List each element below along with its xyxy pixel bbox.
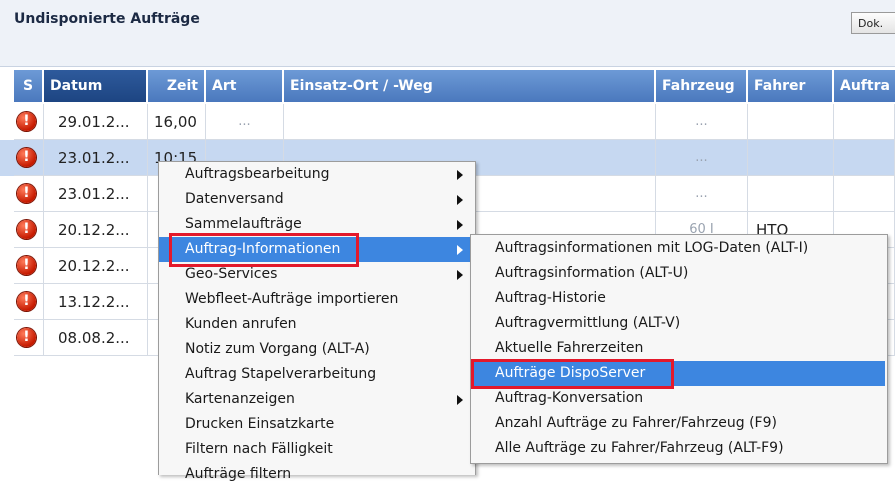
col-header-zeit[interactable]: Zeit [148,70,206,102]
warning-icon: ! [17,328,36,347]
submenu-item[interactable]: Aktuelle Fahrerzeiten [471,336,885,361]
status-cell: ! [14,176,44,212]
warning-icon: ! [17,112,36,131]
submenu-item-label: Anzahl Aufträge zu Fahrer/Fahrzeug (F9) [495,415,777,431]
menu-item-label: Kunden anrufen [185,316,297,332]
submenu-arrow-icon [457,195,463,205]
menu-item[interactable]: Geo-Services [159,262,473,287]
col-header-fahrzeug[interactable]: Fahrzeug [656,70,748,102]
cell-datum: 13.12.2... [44,284,148,320]
panel-title: Undisponierte Aufträge [14,11,200,27]
menu-item-label: Webfleet-Aufträge importieren [185,291,399,307]
menu-item[interactable]: Sammelaufträge [159,212,473,237]
status-cell: ! [14,248,44,284]
cell-zeit: 16,00 [148,104,206,140]
menu-item[interactable]: Filtern nach Fälligkeit [159,437,473,462]
cell-fahrer [748,140,834,176]
submenu-item-label: Aktuelle Fahrerzeiten [495,340,644,356]
menu-item-label: Datenversand [185,191,284,207]
cell-datum: 20.12.2... [44,212,148,248]
submenu-arrow-icon [457,245,463,255]
col-header-s[interactable]: S [14,70,44,102]
cell-fahrer [748,176,834,212]
status-cell: ! [14,320,44,356]
submenu-item[interactable]: Auftrag-Konversation [471,386,885,411]
menu-item[interactable]: Auftrag Stapelverarbeitung [159,362,473,387]
dok-button[interactable]: Dok. [851,12,895,34]
menu-item-label: Geo-Services [185,266,278,282]
menu-item[interactable]: Kunden anrufen [159,312,473,337]
cell-datum: 08.08.2... [44,320,148,356]
submenu-item[interactable]: Alle Aufträge zu Fahrer/Fahrzeug (ALT-F9… [471,436,885,461]
menu-item[interactable]: Aufträge filtern [159,462,473,487]
warning-icon: ! [17,292,36,311]
menu-item-label: Sammelaufträge [185,216,302,232]
menu-item-label: Drucken Einsatzkarte [185,416,335,432]
context-menu: Auftragsbearbeitung Datenversand Sammelauf… [158,161,476,482]
menu-item-label: Aufträge filtern [185,466,292,482]
cell-datum: 29.01.2... [44,104,148,140]
menu-item-label: Filtern nach Fälligkeit [185,441,333,457]
cell-fahrer [748,104,834,140]
submenu-item[interactable]: Anzahl Aufträge zu Fahrer/Fahrzeug (F9) [471,411,885,436]
warning-icon: ! [17,256,36,275]
cell-extra [834,104,895,140]
menu-item[interactable]: Datenversand [159,187,473,212]
table-row[interactable]: ! 29.01.2... 16,00...... [0,104,895,140]
cell-datum: 23.01.2... [44,176,148,212]
menu-item[interactable]: Drucken Einsatzkarte [159,412,473,437]
submenu-item[interactable]: Auftragsinformationen mit LOG-Daten (ALT… [471,236,885,261]
cell-ort [284,104,656,140]
submenu-item[interactable]: Auftrag-Historie [471,286,885,311]
warning-icon: ! [17,220,36,239]
col-header-datum[interactable]: Datum [44,70,148,102]
submenu-item[interactable]: Aufträge DispoServer [471,361,885,386]
panel-header: Undisponierte Aufträge Dok. [0,0,895,67]
submenu-item[interactable]: Auftragsinformation (ALT-U) [471,261,885,286]
status-cell: ! [14,104,44,140]
menu-item-label: Auftrag Stapelverarbeitung [185,366,377,382]
auftrag-informationen-submenu: Auftragsinformationen mit LOG-Daten (ALT… [470,234,888,464]
cell-art: ... [206,104,284,140]
submenu-item-label: Auftrag-Konversation [495,390,644,406]
submenu-arrow-icon [457,395,463,405]
warning-icon: ! [17,184,36,203]
menu-item[interactable]: Webfleet-Aufträge importieren [159,287,473,312]
status-cell: ! [14,284,44,320]
cell-fahrzeug: ... [656,104,748,140]
submenu-item[interactable]: Auftragvermittlung (ALT-V) [471,311,885,336]
submenu-item-label: Alle Aufträge zu Fahrer/Fahrzeug (ALT-F9… [495,440,784,456]
submenu-item-label: Auftragvermittlung (ALT-V) [495,315,681,331]
menu-item-label: Auftragsbearbeitung [185,166,330,182]
cell-extra [834,176,895,212]
cell-fahrzeug: ... [656,140,748,176]
submenu-item-label: Auftragsinformationen mit LOG-Daten (ALT… [495,240,809,256]
col-header-art[interactable]: Art [206,70,284,102]
cell-extra [834,140,895,176]
menu-item[interactable]: Auftrag-Informationen [159,237,473,262]
submenu-arrow-icon [457,220,463,230]
col-header-auftrag[interactable]: Auftra [834,70,895,102]
submenu-arrow-icon [457,170,463,180]
menu-item[interactable]: Notiz zum Vorgang (ALT-A) [159,337,473,362]
menu-item-label: Auftrag-Informationen [185,241,341,257]
status-cell: ! [14,140,44,176]
cell-datum: 23.01.2... [44,140,148,176]
col-header-einsatz-ort[interactable]: Einsatz-Ort / -Weg [284,70,656,102]
warning-icon: ! [17,148,36,167]
menu-item[interactable]: Auftragsbearbeitung [159,162,473,187]
submenu-item-label: Aufträge DispoServer [495,365,646,381]
menu-item[interactable]: Kartenanzeigen [159,387,473,412]
submenu-item-label: Auftragsinformation (ALT-U) [495,265,689,281]
menu-item-label: Kartenanzeigen [185,391,295,407]
submenu-arrow-icon [457,270,463,280]
cell-datum: 20.12.2... [44,248,148,284]
status-cell: ! [14,212,44,248]
menu-item-label: Notiz zum Vorgang (ALT-A) [185,341,370,357]
submenu-item-label: Auftrag-Historie [495,290,606,306]
cell-fahrzeug: ... [656,176,748,212]
col-header-fahrer[interactable]: Fahrer [748,70,834,102]
